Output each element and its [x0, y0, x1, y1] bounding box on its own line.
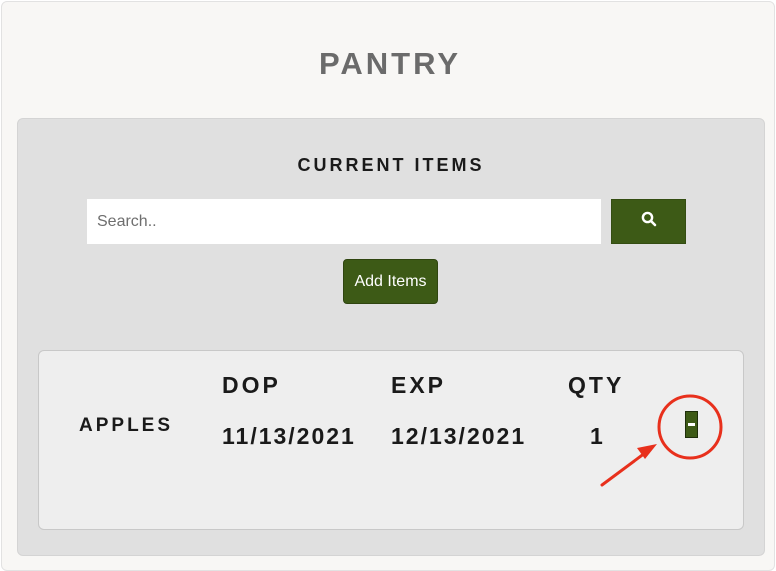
- item-qty: 1: [590, 423, 605, 449]
- item-dop: 11/13/2021: [222, 423, 356, 449]
- options-bar-icon: [688, 423, 695, 426]
- search-input[interactable]: [87, 199, 601, 244]
- app-container: PANTRY CURRENT ITEMS Add Items DOP EXP Q…: [1, 1, 775, 571]
- current-items-panel: CURRENT ITEMS Add Items DOP EXP QTY APPL…: [17, 118, 765, 556]
- pantry-item-card: DOP EXP QTY APPLES 11/13/2021 12/13/2021…: [38, 350, 744, 530]
- page-title: PANTRY: [319, 46, 461, 81]
- panel-title: CURRENT ITEMS: [297, 155, 485, 175]
- item-options-button[interactable]: [685, 411, 698, 438]
- column-header-dop: DOP: [222, 372, 281, 398]
- item-exp: 12/13/2021: [391, 423, 527, 449]
- search-icon: [641, 211, 657, 232]
- item-name: APPLES: [79, 415, 174, 436]
- search-button[interactable]: [611, 199, 686, 244]
- column-header-qty: QTY: [568, 372, 625, 398]
- column-header-exp: EXP: [391, 372, 447, 398]
- add-items-button[interactable]: Add Items: [343, 259, 438, 304]
